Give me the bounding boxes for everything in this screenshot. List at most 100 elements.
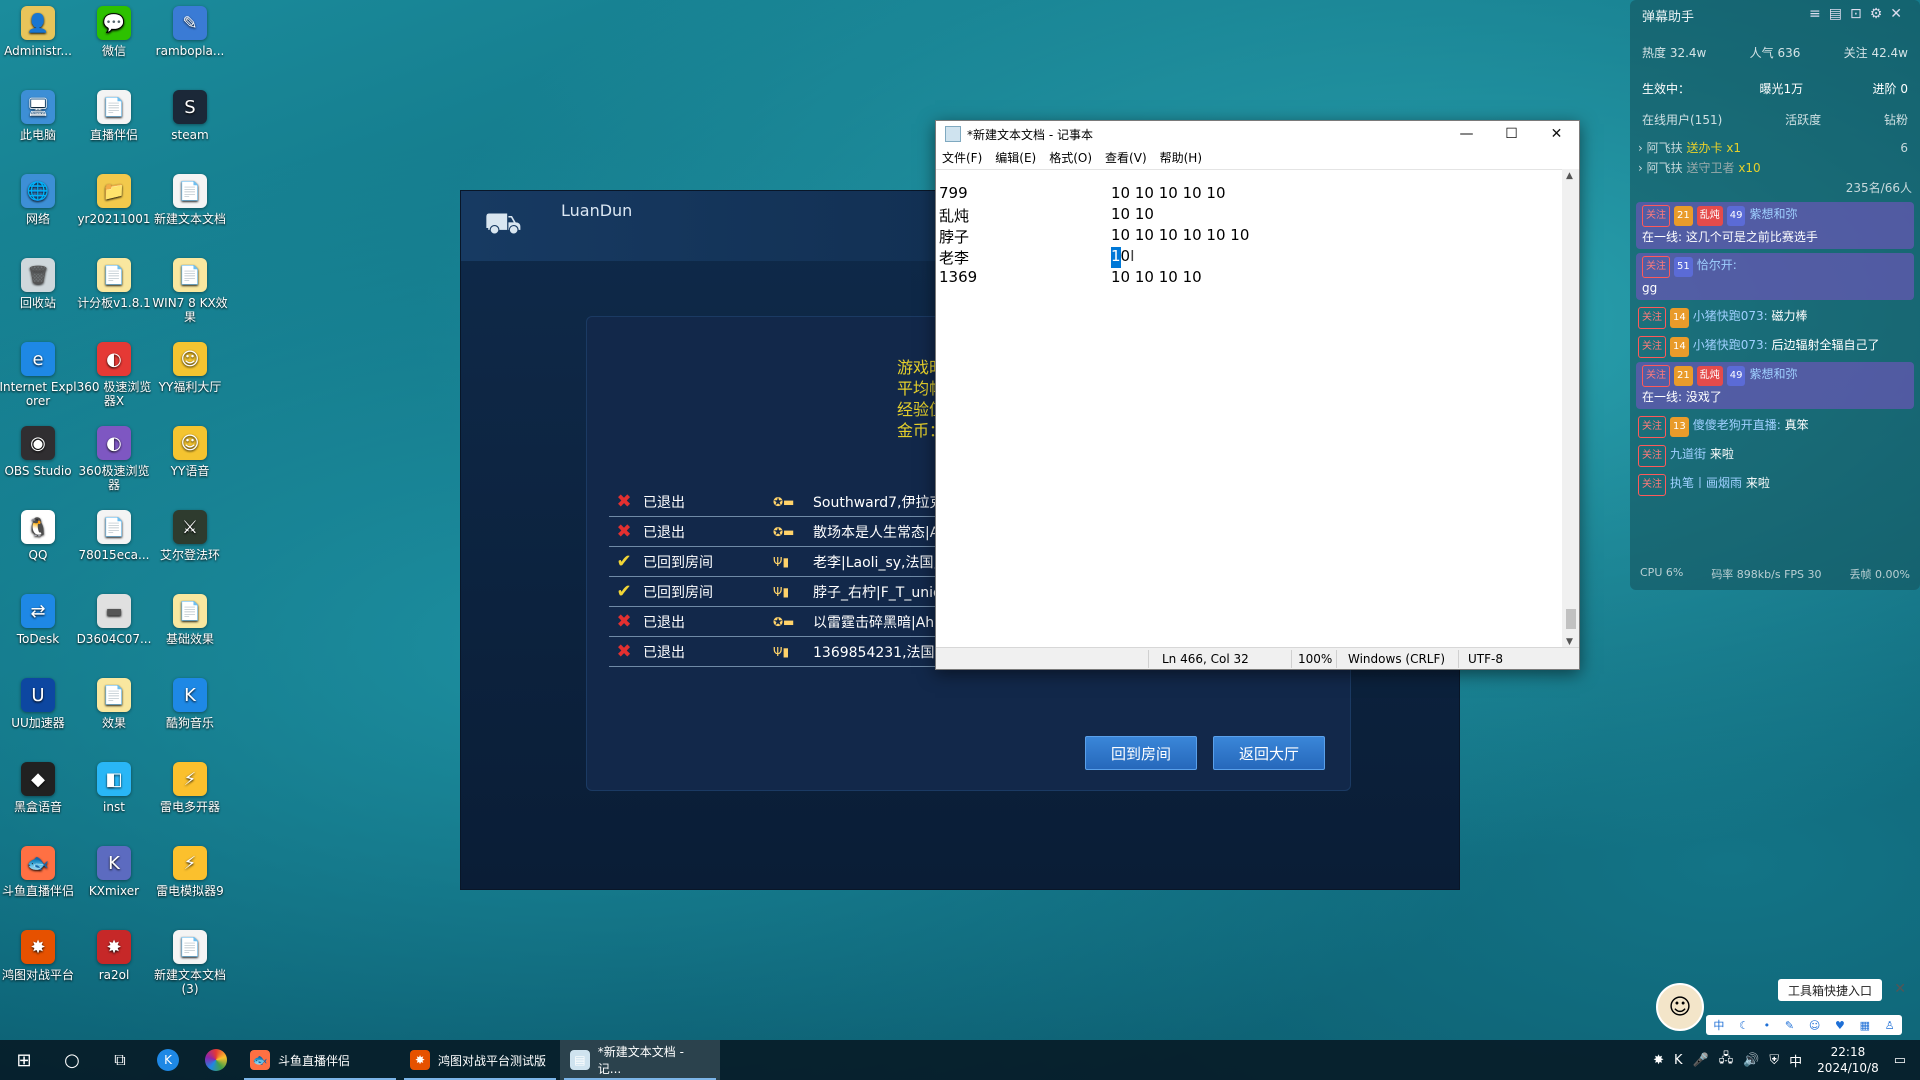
desktop-icon[interactable]: ☺ YY福利大厅 bbox=[150, 342, 230, 394]
tab-fans[interactable]: 钻粉 bbox=[1884, 111, 1908, 128]
menu-format[interactable]: 格式(O) bbox=[1049, 149, 1092, 166]
desktop-icon[interactable]: ▬ D3604C07... bbox=[74, 594, 154, 646]
notepad-text-area[interactable]: 799 10 10 10 10 10 乱炖 10 10 脖子 10 10 10 10 … bbox=[936, 169, 1563, 649]
desktop-icon[interactable]: ☺ YY语音 bbox=[150, 426, 230, 478]
menu-file[interactable]: 文件(F) bbox=[942, 149, 982, 166]
desktop-icon[interactable]: 📄 78015eca... bbox=[74, 510, 154, 562]
follow-tag[interactable]: 关注 bbox=[1638, 307, 1666, 329]
toolbox-item-icon[interactable]: ✎ bbox=[1785, 1019, 1794, 1032]
taskbar-app[interactable]: 🐟 斗鱼直播伴侣 bbox=[240, 1040, 400, 1080]
desktop-icon-label: yr20211001 bbox=[77, 212, 151, 226]
desktop-icon[interactable]: ◉ OBS Studio bbox=[0, 426, 78, 478]
mascot-avatar-icon[interactable]: ☺ bbox=[1656, 983, 1704, 1031]
tray-k-icon[interactable]: K bbox=[1674, 1053, 1683, 1068]
desktop-icon[interactable]: 📄 WIN7 8 KX效果 bbox=[150, 258, 230, 324]
scroll-down-icon[interactable]: ▼ bbox=[1566, 637, 1573, 647]
tab-online-users[interactable]: 在线用户(151) bbox=[1642, 111, 1722, 128]
toolbox-item-icon[interactable]: ♙ bbox=[1885, 1019, 1895, 1032]
desktop-icon[interactable]: ◧ inst bbox=[74, 762, 154, 814]
desktop-icon[interactable]: ◐ 360 极速浏览器X bbox=[74, 342, 154, 408]
desktop-icon[interactable]: 📄 直播伴侣 bbox=[74, 90, 154, 142]
desktop-icon[interactable]: ⚔ 艾尔登法环 bbox=[150, 510, 230, 562]
scroll-up-icon[interactable]: ▲ bbox=[1566, 171, 1573, 181]
kugou-taskbar-icon[interactable]: K bbox=[144, 1040, 192, 1080]
vertical-scrollbar[interactable]: ▲ ▼ bbox=[1562, 169, 1579, 649]
menu-view[interactable]: 查看(V) bbox=[1105, 149, 1147, 166]
desktop-icon[interactable]: 📄 新建文本文档 (3) bbox=[150, 930, 230, 996]
toolbox-item-icon[interactable]: • bbox=[1764, 1019, 1771, 1032]
desktop-icon[interactable]: ⚡ 雷电多开器 bbox=[150, 762, 230, 814]
network-icon[interactable]: 🖧 bbox=[1719, 1049, 1734, 1071]
follow-tag[interactable]: 关注 bbox=[1642, 365, 1670, 387]
ime-indicator[interactable]: 中 bbox=[1789, 1051, 1802, 1070]
toolbox-item-icon[interactable]: ▦ bbox=[1860, 1019, 1870, 1032]
desktop-icon[interactable]: U UU加速器 bbox=[0, 678, 78, 730]
app-icon: ◐ bbox=[97, 342, 131, 376]
desktop-icon[interactable]: 🌐 网络 bbox=[0, 174, 78, 226]
desktop-icon[interactable]: ⇄ ToDesk bbox=[0, 594, 78, 646]
desktop-icon[interactable]: e Internet Explorer bbox=[0, 342, 78, 408]
notepad-titlebar[interactable]: *新建文本文档 - 记事本 — ☐ ✕ bbox=[936, 121, 1579, 147]
desktop-icon[interactable]: 📄 基础效果 bbox=[150, 594, 230, 646]
app-icon: 📄 bbox=[97, 678, 131, 712]
desktop-icon[interactable]: 🗑 回收站 bbox=[0, 258, 78, 310]
desktop-icon[interactable]: 👤 Administr... bbox=[0, 6, 78, 58]
taskbar-app[interactable]: ▤ *新建文本文档 - 记... bbox=[560, 1040, 720, 1080]
shield-icon[interactable]: ⛨ bbox=[1769, 1053, 1779, 1068]
notification-icon[interactable]: ▭ bbox=[1894, 1053, 1906, 1068]
menu-help[interactable]: 帮助(H) bbox=[1160, 149, 1202, 166]
desktop-icon[interactable]: 🐧 QQ bbox=[0, 510, 78, 562]
back-to-room-button[interactable]: 回到房间 bbox=[1085, 736, 1197, 770]
desktop-icon[interactable]: 📁 yr20211001 bbox=[74, 174, 154, 226]
tab-activity[interactable]: 活跃度 bbox=[1785, 111, 1821, 128]
desktop-icon[interactable]: 📄 效果 bbox=[74, 678, 154, 730]
desktop-icon[interactable]: Ssteam bbox=[150, 90, 230, 142]
minimize-icon[interactable]: — bbox=[1444, 121, 1489, 147]
close-icon[interactable]: ✕ bbox=[1534, 121, 1579, 147]
start-windows-icon[interactable]: ⊞ bbox=[0, 1040, 48, 1080]
tray-app-icon[interactable]: ✸ bbox=[1653, 1053, 1664, 1068]
browser-taskbar-icon[interactable] bbox=[192, 1040, 240, 1080]
desktop-icon[interactable]: 📄 新建文本文档 bbox=[150, 174, 230, 226]
toolbox-shortcut-bubble[interactable]: 工具箱快捷入口 bbox=[1778, 979, 1883, 1001]
desktop-icon[interactable]: 🖥 此电脑 bbox=[0, 90, 78, 142]
desktop-icon-label: 效果 bbox=[101, 716, 126, 730]
close-icon[interactable]: ✕ bbox=[1894, 981, 1906, 997]
toolbox-item-icon[interactable]: 中 bbox=[1713, 1017, 1724, 1033]
follow-tag[interactable]: 关注 bbox=[1638, 336, 1666, 358]
bitrate-fps: 码率 898kb/s FPS 30 bbox=[1711, 568, 1822, 581]
danmu-toolbar-icons[interactable]: ≡▤⊡⚙✕ bbox=[1809, 6, 1910, 22]
rank-flag-icon: ✪▬ bbox=[773, 494, 795, 509]
desktop-icon[interactable]: 📄 计分板v1.8.1 bbox=[74, 258, 154, 310]
toolbox-item-icon[interactable]: ♥ bbox=[1835, 1019, 1845, 1032]
follow-tag[interactable]: 关注 bbox=[1638, 416, 1666, 438]
follow-tag[interactable]: 关注 bbox=[1642, 205, 1670, 227]
desktop-icon[interactable]: ✎ rambopla... bbox=[150, 6, 230, 58]
task-view-icon[interactable]: ⧉ bbox=[96, 1040, 144, 1080]
toolbox-item-icon[interactable]: ☾ bbox=[1739, 1019, 1749, 1032]
desktop-icon[interactable]: K 酷狗音乐 bbox=[150, 678, 230, 730]
desktop-icon[interactable]: K KXmixer bbox=[74, 846, 154, 898]
desktop-icon[interactable]: ✸ 鸿图对战平台 bbox=[0, 930, 78, 982]
menu-edit[interactable]: 编辑(E) bbox=[995, 149, 1036, 166]
follow-tag[interactable]: 关注 bbox=[1638, 445, 1666, 467]
cross-icon: ✖ bbox=[616, 521, 632, 542]
taskbar-app[interactable]: ✸ 鸿图对战平台测试版 bbox=[400, 1040, 560, 1080]
maximize-icon[interactable]: ☐ bbox=[1489, 121, 1534, 147]
desktop-icon[interactable]: 💬 微信 bbox=[74, 6, 154, 58]
follow-tag[interactable]: 关注 bbox=[1638, 474, 1666, 496]
microphone-icon[interactable]: 🎤 bbox=[1693, 1053, 1709, 1068]
clock[interactable]: 22:18 2024/10/8 bbox=[1817, 1044, 1879, 1076]
desktop-icon[interactable]: ◆ 黑盒语音 bbox=[0, 762, 78, 814]
desktop-icon[interactable]: ◐ 360极速浏览器 bbox=[74, 426, 154, 492]
toolbox-item-icon[interactable]: ☺ bbox=[1809, 1019, 1820, 1032]
search-circle-icon[interactable]: ○ bbox=[48, 1040, 96, 1080]
desktop-icon[interactable]: ⚡ 雷电模拟器9 bbox=[150, 846, 230, 898]
desktop-icon[interactable]: 🐟 斗鱼直播伴侣 bbox=[0, 846, 78, 898]
back-to-lobby-button[interactable]: 返回大厅 bbox=[1213, 736, 1325, 770]
notepad-icon bbox=[945, 126, 961, 142]
desktop-icon[interactable]: ✸ ra2ol bbox=[74, 930, 154, 982]
scroll-thumb[interactable] bbox=[1566, 609, 1576, 629]
volume-icon[interactable]: 🔊 bbox=[1743, 1053, 1759, 1068]
follow-tag[interactable]: 关注 bbox=[1642, 256, 1670, 278]
